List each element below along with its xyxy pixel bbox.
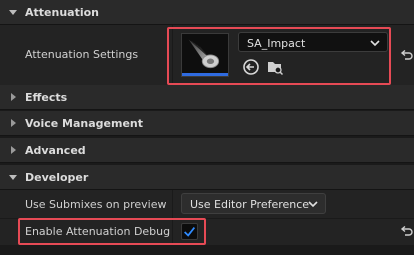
enable-attenuation-debug-label: Enable Attenuation Debug (25, 225, 171, 238)
section-header-attenuation[interactable]: Attenuation (0, 0, 414, 25)
attenuation-settings-label: Attenuation Settings (25, 48, 139, 61)
panel-footer (0, 245, 414, 255)
chevron-down-icon (308, 201, 318, 208)
asset-picker-combo[interactable]: SA_Impact (238, 32, 388, 52)
chevron-down-icon (370, 40, 380, 47)
use-submixes-label: Use Submixes on preview (25, 198, 167, 211)
use-submixes-value: Use Editor Preference (190, 198, 310, 211)
chevron-right-icon (11, 146, 16, 154)
asset-picker-value: SA_Impact (247, 37, 306, 50)
section-header-advanced[interactable]: Advanced (0, 138, 414, 163)
chevron-right-icon (11, 119, 16, 127)
chevron-down-icon (9, 10, 17, 15)
section-label-attenuation: Attenuation (25, 6, 99, 19)
section-header-voice-management[interactable]: Voice Management (0, 111, 414, 136)
column-divider (172, 190, 173, 218)
details-panel: Attenuation Attenuation Settings SA_Impa… (0, 0, 414, 255)
section-label-developer: Developer (25, 171, 89, 184)
enable-attenuation-debug-checkbox[interactable] (181, 223, 198, 240)
speaker-cone-thumbnail-icon (188, 39, 220, 69)
section-label-voice-management: Voice Management (25, 117, 144, 130)
section-header-effects[interactable]: Effects (0, 85, 414, 110)
section-label-effects: Effects (25, 91, 68, 104)
section-header-developer[interactable]: Developer (0, 165, 414, 190)
checkmark-icon (184, 226, 196, 237)
column-divider (172, 219, 173, 245)
column-divider (172, 25, 173, 85)
browse-to-asset-icon[interactable] (266, 58, 284, 76)
chevron-right-icon (11, 93, 16, 101)
reset-to-default-icon[interactable] (400, 50, 414, 62)
asset-thumbnail[interactable] (181, 33, 229, 77)
enable-attenuation-debug-row: Enable Attenuation Debug (0, 219, 414, 245)
reset-to-default-icon[interactable] (400, 226, 414, 238)
thumbnail-type-bar (182, 73, 228, 76)
use-selected-asset-icon[interactable] (242, 58, 260, 76)
chevron-down-icon (9, 175, 17, 180)
section-label-advanced: Advanced (25, 144, 86, 157)
use-submixes-dropdown[interactable]: Use Editor Preference (181, 193, 326, 214)
